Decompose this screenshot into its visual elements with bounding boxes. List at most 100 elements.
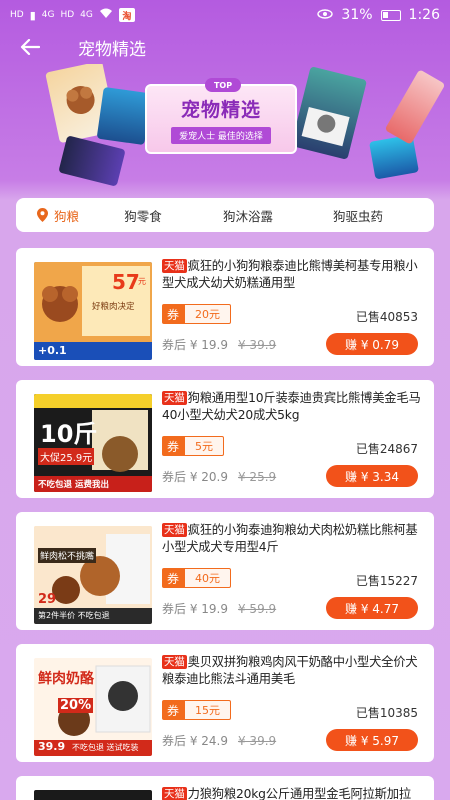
coupon-value: 20元 [184,304,231,324]
product-title[interactable]: 天猫 狗粮通用型10斤装泰迪贵宾比熊博美金毛马40小型犬幼犬20成犬5kg [162,390,424,424]
promo-banner[interactable]: TOP 宠物精选 爱宠人士 最佳的选择 [0,64,450,190]
product-title[interactable]: 天猫 力狼狗粮20kg公斤通用型金毛阿拉斯加拉 [162,786,424,800]
price-row: 券后 ¥ 20.9 ¥ 25.9 [162,468,276,485]
eye-icon [317,7,334,23]
banner-subtitle: 爱宠人士 最佳的选择 [171,126,271,144]
clock: 1:26 [408,7,440,23]
status-bar: HD ▮ 4G HD 4G 淘 31% 1:26 [0,0,450,30]
coupon-label: 券 [162,304,184,324]
tab-dog-dewormer[interactable]: 狗驱虫药 [310,198,406,232]
category-tabs: 狗粮 狗零食 狗沐浴露 狗驱虫药 [16,198,434,232]
arrow-left-icon [20,39,40,55]
product-image [34,790,152,800]
coupon-tag: 券 15元 [162,700,231,720]
network-label: 4G [41,10,55,20]
earn-button[interactable]: 赚 ¥ 0.79 [326,333,418,355]
thumb-promo: 不吃包退 送试吃装 [72,743,139,752]
battery-percent: 31% [341,7,373,23]
coupon-value: 40元 [184,568,231,588]
tab-label: 狗粮 [53,208,79,224]
coupon-price: 券后 ¥ 20.9 [162,470,228,484]
tab-label: 狗沐浴露 [222,208,273,224]
coupon-tag: 券 20元 [162,304,231,324]
original-price: ¥ 25.9 [237,470,277,484]
back-button[interactable] [0,30,60,64]
coupon-tag: 券 40元 [162,568,231,588]
network-label-2: 4G [80,10,93,20]
tab-dog-snacks[interactable]: 狗零食 [100,198,186,232]
earn-button[interactable]: 赚 ¥ 3.34 [326,465,418,487]
coupon-label: 券 [162,568,184,588]
thumb-tagline: 好粮肉决定 [92,302,135,312]
original-price: ¥ 39.9 [237,338,277,352]
price-row: 券后 ¥ 24.9 ¥ 39.9 [162,732,276,749]
thumb-promo: +0.1 [38,344,67,357]
coupon-price: 券后 ¥ 19.9 [162,338,228,352]
treat-pack-image [96,86,152,146]
page-title: 宠物精选 [78,39,146,60]
sold-count: 已售15227 [355,574,418,588]
thumb-promo: 第2件半价 不吃包退 [38,611,110,620]
thumb-promo-price: 大促25.9元 [38,448,95,465]
product-card[interactable]: 鲜肉奶酪 20% 39.9 不吃包退 送试吃装 天猫 奥贝双拼狗粮鸡肉风干奶酪中小… [16,644,434,762]
product-thumbnail: 鲜肉奶酪 20% 39.9 不吃包退 送试吃装 [34,658,152,756]
thumb-price-text: 29 [38,592,57,607]
tmall-badge: 天猫 [162,655,187,669]
banner-title-card: TOP 宠物精选 爱宠人士 最佳的选择 [145,78,297,154]
tmall-badge: 天猫 [162,259,187,273]
earn-button[interactable]: 赚 ¥ 4.77 [326,597,418,619]
thumb-price-text: 39.9 [38,740,66,753]
product-card[interactable]: 57 元 好粮肉决定 +0.1 天猫 疯狂的小狗狗粮泰迪比熊博美柯基专用粮小型犬成… [16,248,434,366]
product-title[interactable]: 天猫 疯狂的小狗狗粮泰迪比熊博美柯基专用粮小型犬成犬幼犬奶糕通用型 [162,258,424,292]
product-title[interactable]: 天猫 奥贝双拼狗粮鸡肉风干奶酪中小型犬全价犬粮泰迪比熊法斗通用美毛 [162,654,424,688]
coupon-value: 5元 [184,436,224,456]
price-row: 券后 ¥ 19.9 ¥ 39.9 [162,336,276,353]
sold-count: 已售40853 [355,310,418,324]
battery-icon [380,9,401,21]
status-signal-group: HD ▮ 4G HD 4G 淘 [10,8,135,22]
hd-label-2: HD [60,10,75,20]
product-title-text: 狗粮通用型10斤装泰迪贵宾比熊博美金毛马40小型犬幼犬20成犬5kg [162,391,421,422]
signal-icon: ▮ [29,8,36,22]
sold-count: 已售10385 [355,706,418,720]
coupon-price: 券后 ¥ 19.9 [162,602,228,616]
cat-food-box-image [290,66,368,160]
thumb-percent: 20% [58,698,94,713]
product-card[interactable]: 天猫 力狼狗粮20kg公斤通用型金毛阿拉斯加拉 [16,776,434,800]
tab-dog-shampoo[interactable]: 狗沐浴露 [186,198,310,232]
toothpaste-image [384,69,446,145]
app-notification-icon: 淘 [118,8,135,22]
product-title-text: 疯狂的小狗狗粮泰迪比熊博美柯基专用粮小型犬成犬幼犬奶糕通用型 [162,259,418,290]
thumb-promo: 不吃包退 运费我出 [38,480,109,490]
product-thumbnail: 鲜肉松不挑嘴 29 第2件半价 不吃包退 [34,526,152,624]
original-price: ¥ 59.9 [237,602,277,616]
earn-button[interactable]: 赚 ¥ 5.97 [326,729,418,751]
coupon-value: 15元 [184,700,231,720]
tmall-badge: 天猫 [162,787,187,800]
product-card[interactable]: 鲜肉松不挑嘴 29 第2件半价 不吃包退 天猫 疯狂的小狗泰迪狗粮幼犬肉松奶糕比熊… [16,512,434,630]
product-thumbnail [34,790,152,800]
coupon-label: 券 [162,700,184,720]
banner-title: 宠物精选 [180,98,261,121]
product-title-text: 疯狂的小狗泰迪狗粮幼犬肉松奶糕比熊柯基小型犬成犬专用型4斤 [162,523,418,554]
location-pin-icon [36,208,48,222]
thumb-weight-text: 10斤 [40,420,98,448]
wifi-icon [99,8,113,22]
price-row: 券后 ¥ 19.9 ¥ 59.9 [162,600,276,617]
product-title-text: 奥贝双拼狗粮鸡肉风干奶酪中小型犬全价犬粮泰迪比熊法斗通用美毛 [162,655,418,686]
thumb-unit-text: 元 [138,277,146,286]
product-title[interactable]: 天猫 疯狂的小狗泰迪狗粮幼犬肉松奶糕比熊柯基小型犬成犬专用型4斤 [162,522,424,556]
coupon-price: 券后 ¥ 24.9 [162,734,228,748]
tab-label: 狗零食 [124,208,162,224]
thumb-tagline: 鲜肉松不挑嘴 [38,548,97,563]
top-badge: TOP [205,78,241,92]
sold-count: 已售24867 [355,442,418,456]
product-thumbnail: 57 元 好粮肉决定 +0.1 [34,262,152,360]
product-title-text: 力狼狗粮20kg公斤通用型金毛阿拉斯加拉 [187,787,412,800]
status-right-group: 31% 1:26 [317,7,440,23]
hd-label: HD [10,10,24,20]
header-bar: 宠物精选 [0,30,450,64]
coupon-tag: 券 5元 [162,436,224,456]
tab-dog-food[interactable]: 狗粮 [16,198,100,232]
product-card[interactable]: 10斤 大促25.9元 不吃包退 运费我出 天猫 狗粮通用型10斤装泰迪贵宾比熊博… [16,380,434,498]
